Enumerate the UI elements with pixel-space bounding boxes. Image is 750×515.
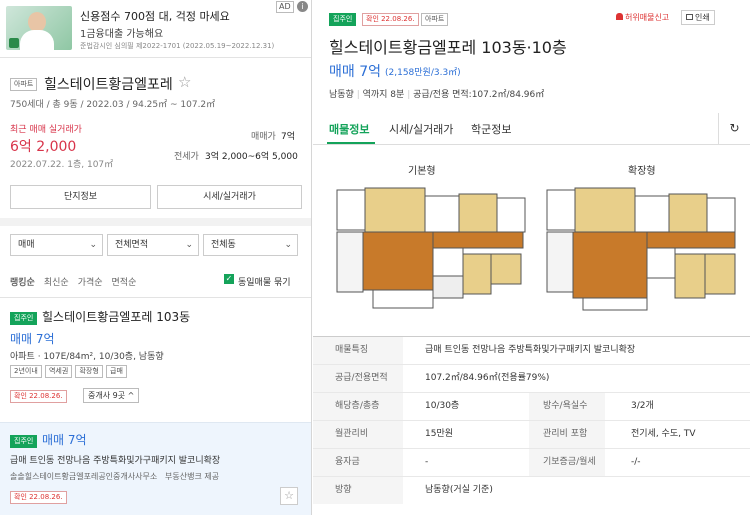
group-label: 동일매물 묶기 xyxy=(238,278,291,288)
sort-ranking[interactable]: 랭킹순 xyxy=(10,278,35,288)
complex-type-tag: 아파트 xyxy=(10,78,38,91)
table-row: 매물특징 급매 트인동 전망나음 주방특화및가구패키지 발코니확장 xyxy=(313,337,750,365)
group-checkbox[interactable]: ✓ xyxy=(224,274,234,284)
ad-note: 준법감시인 심의필 제2022-1701 (2022.05.19~2022.12… xyxy=(80,42,275,50)
sort-area[interactable]: 면적순 xyxy=(112,278,137,288)
table-row: 월관리비 15만원 관리비 포함 전기세, 수도, TV xyxy=(313,421,750,449)
chevron-up-icon: ^ xyxy=(127,391,135,400)
row-key: 월관리비 xyxy=(313,421,403,448)
floorplan-basic-image[interactable] xyxy=(333,186,528,316)
agency-name: 솔솔힐스테이트황금엘포레공인중개사사무소 xyxy=(10,472,158,481)
row-value: -/- xyxy=(631,457,641,467)
row-value: 3/2개 xyxy=(631,401,654,411)
row-value: 전기세, 수도, TV xyxy=(631,429,696,439)
row-key: 해당층/총층 xyxy=(313,393,403,420)
owner-badge: 집주인 xyxy=(329,13,357,26)
detail-price-unit: (2,158만원/3.3㎡) xyxy=(385,68,461,78)
ad-title[interactable]: 신용점수 700점 대, 걱정 마세요 xyxy=(80,8,230,24)
sale-price-value: 7억 xyxy=(281,132,296,142)
row-value: 남동향(거실 기준) xyxy=(425,485,493,495)
chevron-down-icon: ⌄ xyxy=(284,240,292,250)
tab-listing-info[interactable]: 매물정보 xyxy=(329,121,369,137)
row-value: 급매 트인동 전망나음 주방특화및가구패키지 발코니확장 xyxy=(425,345,636,355)
recent-price: 6억 2,000 xyxy=(10,139,77,155)
provider: 부동산뱅크 제공 xyxy=(165,472,220,481)
siren-icon xyxy=(616,13,623,20)
ad-badge: AD xyxy=(276,1,294,13)
row-value: 107.2㎡/84.96㎡(전용률79%) xyxy=(425,373,550,383)
listing-price: 매매 7억 xyxy=(42,433,87,447)
floorplan-basic-label: 기본형 xyxy=(408,166,436,177)
owner-badge: 집주인 xyxy=(10,312,38,325)
jeonse-price-label: 전세가 xyxy=(174,152,199,162)
complex-info-button[interactable]: 단지정보 xyxy=(10,185,151,209)
print-button[interactable]: 인쇄 xyxy=(681,10,715,25)
recent-price-date: 2022.07.22. 1층, 107㎡ xyxy=(10,160,114,170)
detail-title: 힐스테이트황금엘포레 103동·10층 xyxy=(329,38,567,57)
listing-chips: 2년이내 역세권 확장형 급매 xyxy=(10,365,127,378)
dong-select[interactable]: 전체동 ⌄ xyxy=(203,234,298,256)
ad-subtitle: 1금융대출 가능해요 xyxy=(80,29,164,40)
sort-price[interactable]: 가격순 xyxy=(78,278,103,288)
row-key: 공급/전용면적 xyxy=(313,365,403,392)
confirm-date: 확인 22.08.26. xyxy=(10,390,67,403)
confirm-date: 확인 22.08.26. xyxy=(10,491,67,504)
listing-panel: 신용점수 700점 대, 걱정 마세요 1금융대출 가능해요 준법감시인 심의필… xyxy=(0,0,312,515)
sale-price-label: 매매가 xyxy=(251,132,276,142)
table-row: 융자금 - 기보증금/월세 -/- xyxy=(313,449,750,477)
detail-meta: 남동향 | 역까지 8분 | 공급/전용 면적:107.2㎡/84.96㎡ xyxy=(329,90,545,100)
floorplan-extended-image[interactable] xyxy=(543,186,738,316)
listing-name: 힐스테이트황금엘포레 103동 xyxy=(42,310,191,324)
table-row: 해당층/총층 10/30층 방수/욕실수 3/2개 xyxy=(313,393,750,421)
favorite-star-icon[interactable]: ☆ xyxy=(280,487,298,505)
row-value: 15만원 xyxy=(425,429,454,439)
ad-image xyxy=(6,6,72,50)
listing-spec: 아파트 · 107E/84m², 10/30층, 남동향 xyxy=(10,352,164,362)
owner-badge: 집주인 xyxy=(10,435,38,448)
printer-icon xyxy=(686,14,693,20)
active-tab-underline xyxy=(327,142,375,144)
area-select[interactable]: 전체면적 ⌄ xyxy=(107,234,199,256)
tab-price-history[interactable]: 시세/실거래가 xyxy=(389,121,453,137)
row-key: 방수/욕실수 xyxy=(529,393,605,420)
detail-tabs: 매물정보 시세/실거래가 학군정보 ↻ xyxy=(313,113,750,145)
jeonse-price-value: 3억 2,000~6억 5,000 xyxy=(205,152,298,162)
chevron-down-icon: ⌄ xyxy=(89,240,97,250)
row-key: 방향 xyxy=(313,477,403,504)
property-type-tag: 아파트 xyxy=(421,13,449,26)
sort-bar: 랭킹순 최신순 가격순 면적순 xyxy=(10,275,145,288)
listing-price: 매매 7억 xyxy=(10,332,55,346)
section-divider xyxy=(0,218,311,226)
complex-info: 750세대 / 총 9동 / 2022.03 / 94.25㎡ ~ 107.2㎡ xyxy=(10,100,216,110)
list-item-selected[interactable]: 집주인 매매 7억 급매 트인동 전망나음 주방특화및가구패키지 발코니확장 솔… xyxy=(0,422,311,515)
detail-panel: 집주인 확인 22.08.26. 아파트 허위매물신고 인쇄 힐스테이트황금엘포… xyxy=(313,0,750,515)
complex-name: 힐스테이트황금엘포레 xyxy=(44,77,173,93)
detail-price: 매매 7억 xyxy=(329,64,381,80)
price-history-button[interactable]: 시세/실거래가 xyxy=(157,185,302,209)
list-item[interactable]: 집주인 힐스테이트황금엘포레 103동 매매 7억 아파트 · 107E/84m… xyxy=(0,298,311,422)
report-button[interactable]: 허위매물신고 xyxy=(616,12,669,23)
ad-banner[interactable]: 신용점수 700점 대, 걱정 마세요 1금융대출 가능해요 준법감시인 심의필… xyxy=(0,0,311,58)
info-icon[interactable]: i xyxy=(297,1,308,12)
row-key: 기보증금/월세 xyxy=(529,449,605,476)
row-key: 관리비 포함 xyxy=(529,421,605,448)
table-row: 공급/전용면적 107.2㎡/84.96㎡(전용률79%) xyxy=(313,365,750,393)
table-row: 방향 남동향(거실 기준) xyxy=(313,477,750,505)
tab-school-info[interactable]: 학군정보 xyxy=(471,121,511,137)
agents-button[interactable]: 중개사 9곳 ^ xyxy=(83,388,140,403)
row-key: 매물특징 xyxy=(313,337,403,364)
refresh-icon[interactable]: ↻ xyxy=(718,113,750,144)
favorite-star-icon[interactable]: ☆ xyxy=(178,73,191,91)
chevron-down-icon: ⌄ xyxy=(185,240,193,250)
row-value: 10/30층 xyxy=(425,401,460,411)
row-key: 융자금 xyxy=(313,449,403,476)
sort-latest[interactable]: 최신순 xyxy=(44,278,69,288)
floorplan-ext-label: 확장형 xyxy=(628,166,656,177)
listing-desc: 급매 트인동 전망나음 주방특화및가구패키지 발코니확장 xyxy=(10,456,221,466)
confirm-date: 확인 22.08.26. xyxy=(362,13,419,26)
recent-price-label: 최근 매매 실거래가 xyxy=(10,125,82,135)
row-value: - xyxy=(425,457,429,467)
trade-type-select[interactable]: 매매 ⌄ xyxy=(10,234,103,256)
